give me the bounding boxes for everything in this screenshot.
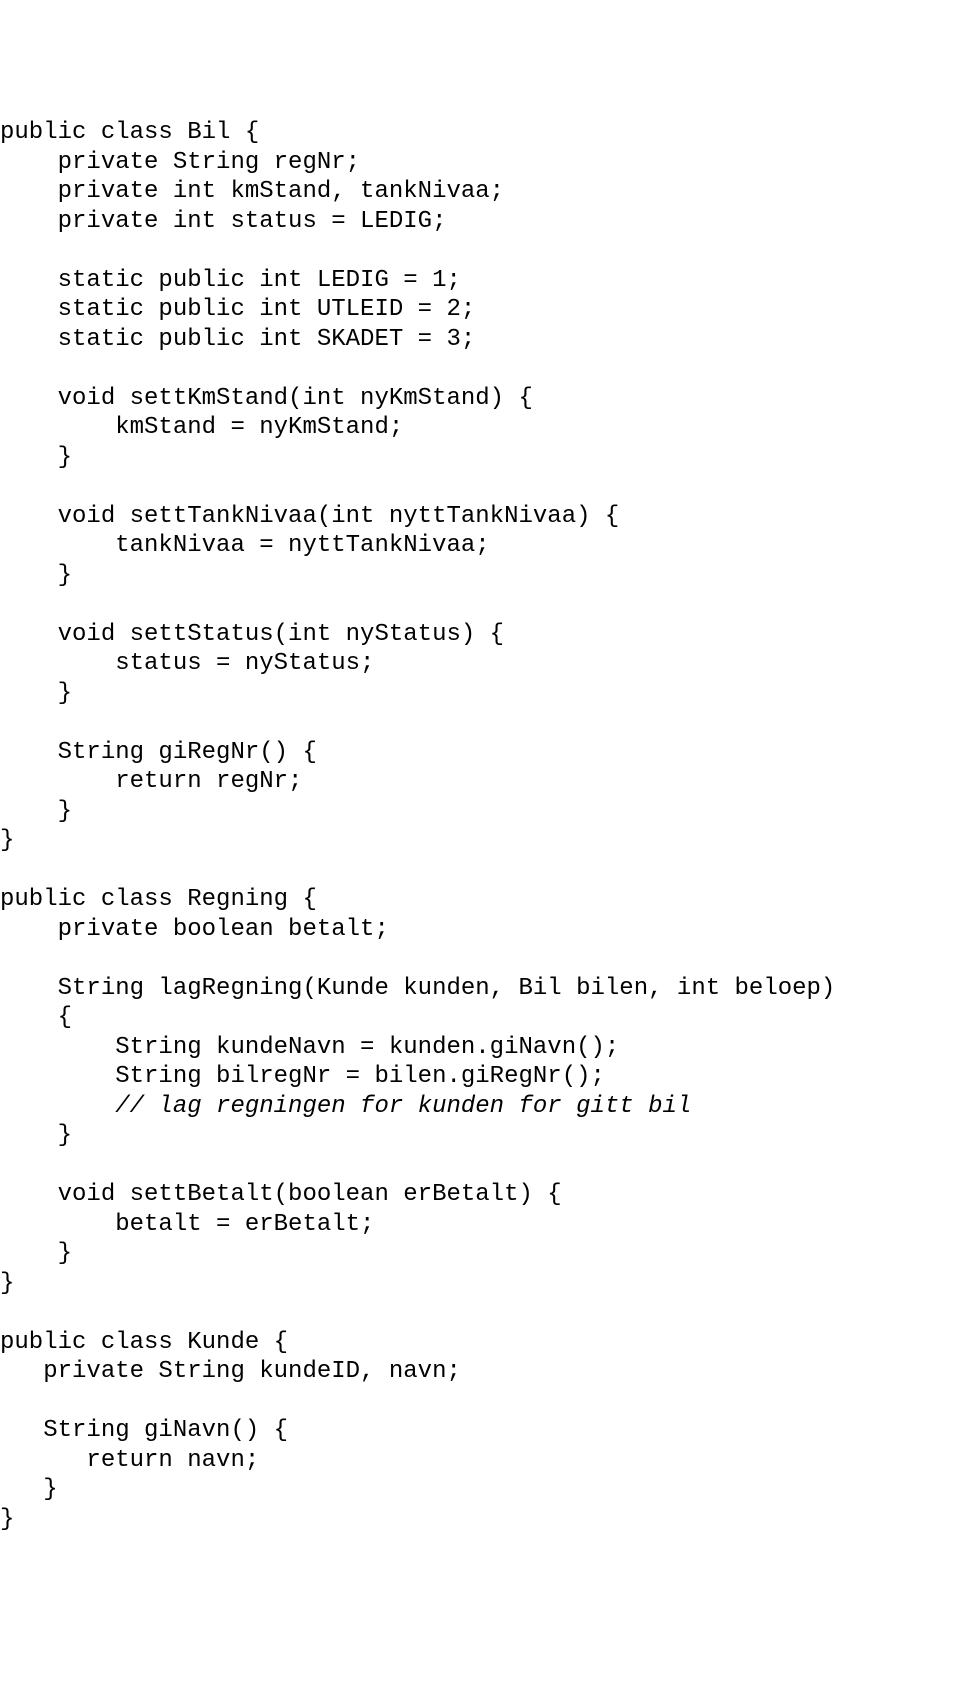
code-after-comment: } void settBetalt(boolean erBetalt) { be…: [0, 1122, 562, 1533]
java-code-listing: public class Bil { private String regNr;…: [0, 118, 960, 1534]
code-comment-line: // lag regningen for kunden for gitt bil: [0, 1093, 691, 1120]
code-before-comment: public class Bil { private String regNr;…: [0, 119, 835, 1090]
